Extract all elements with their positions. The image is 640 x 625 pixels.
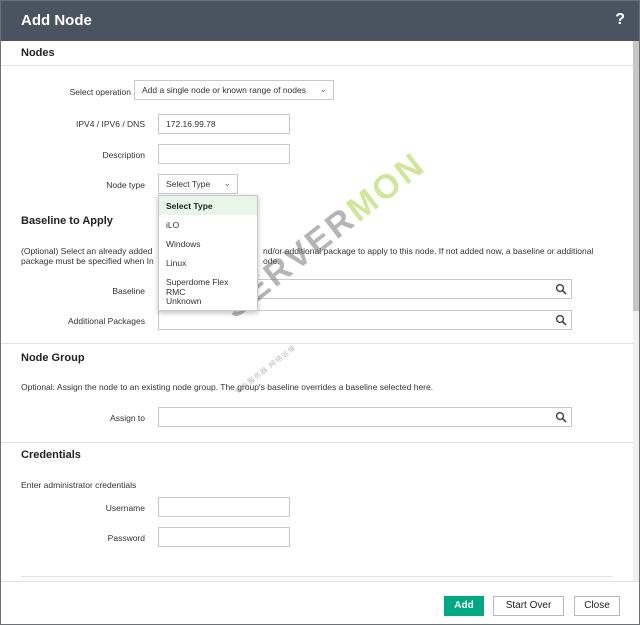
divider bbox=[1, 343, 633, 344]
node-type-option[interactable]: Windows bbox=[159, 234, 257, 253]
node-type-select[interactable]: Select Type ⌄ bbox=[158, 174, 238, 194]
baseline-description-start: (Optional) Select an already added bbox=[21, 246, 153, 256]
divider bbox=[1, 65, 633, 66]
search-icon[interactable] bbox=[555, 314, 567, 326]
baseline-label: Baseline bbox=[112, 286, 145, 296]
node-group-description: Optional: Assign the node to an existing… bbox=[21, 382, 434, 392]
add-node-dialog: Add Node ? Nodes Select operation Add a … bbox=[0, 0, 640, 625]
node-group-section-title: Node Group bbox=[21, 352, 85, 364]
credentials-section-title: Credentials bbox=[21, 449, 81, 461]
add-button[interactable]: Add bbox=[444, 596, 484, 616]
description-input[interactable] bbox=[158, 144, 290, 164]
baseline-section-title: Baseline to Apply bbox=[21, 215, 113, 227]
scrollbar-thumb[interactable] bbox=[633, 41, 639, 311]
credentials-description: Enter administrator credentials bbox=[21, 480, 137, 490]
node-type-option[interactable]: Linux bbox=[159, 253, 257, 272]
password-label: Password bbox=[107, 533, 145, 543]
node-type-value: Select Type bbox=[166, 179, 211, 189]
search-icon[interactable] bbox=[555, 283, 567, 295]
dialog-content: Nodes Select operation Add a single node… bbox=[1, 41, 633, 581]
address-input[interactable]: 172.16.99.78 bbox=[158, 114, 290, 134]
assign-to-search-input[interactable] bbox=[158, 407, 572, 427]
node-type-dropdown-list: Select Type iLO Windows Linux Superdome … bbox=[158, 195, 258, 311]
password-input[interactable] bbox=[158, 527, 290, 547]
additional-packages-label: Additional Packages bbox=[67, 316, 145, 326]
description-label: Description bbox=[102, 150, 145, 160]
node-type-option[interactable]: Superdome Flex RMC bbox=[159, 272, 257, 297]
node-type-option[interactable]: Select Type bbox=[159, 196, 257, 215]
baseline-description-line2-start: package must be specified when In bbox=[21, 256, 154, 266]
assign-to-label: Assign to bbox=[110, 413, 145, 423]
additional-packages-search-input[interactable] bbox=[158, 310, 572, 330]
address-label: IPV4 / IPV6 / DNS bbox=[76, 119, 145, 129]
close-button[interactable]: Close bbox=[574, 596, 620, 616]
select-operation-dropdown[interactable]: Add a single node or known range of node… bbox=[134, 80, 334, 100]
select-operation-value: Add a single node or known range of node… bbox=[142, 85, 306, 95]
chevron-down-icon: ⌄ bbox=[223, 178, 231, 188]
node-type-option[interactable]: iLO bbox=[159, 215, 257, 234]
divider bbox=[21, 576, 613, 577]
dialog-titlebar: Add Node ? bbox=[1, 1, 639, 41]
node-type-label: Node type bbox=[106, 180, 145, 190]
username-label: Username bbox=[105, 503, 145, 513]
start-over-button[interactable]: Start Over bbox=[493, 596, 564, 616]
chevron-down-icon: ⌄ bbox=[319, 84, 327, 94]
search-icon[interactable] bbox=[555, 411, 567, 423]
vertical-scrollbar[interactable] bbox=[633, 41, 639, 581]
dialog-footer: Add Start Over Close bbox=[1, 581, 639, 624]
dialog-title: Add Node bbox=[21, 12, 92, 29]
username-input[interactable] bbox=[158, 497, 290, 517]
help-icon[interactable]: ? bbox=[615, 11, 625, 29]
nodes-section-title: Nodes bbox=[21, 47, 55, 59]
divider bbox=[1, 442, 633, 443]
select-operation-label: Select operation bbox=[69, 87, 131, 97]
